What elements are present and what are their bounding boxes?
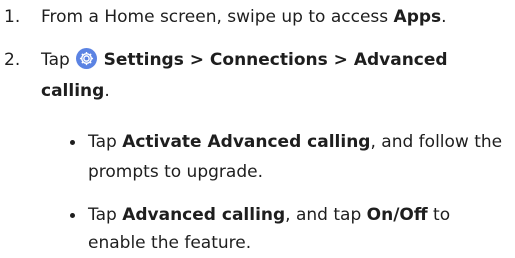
advanced-calling-label: Advanced calling — [122, 205, 286, 225]
bullet-text-line-1: Tap Advanced calling, and tap On/Off to — [88, 200, 513, 230]
step-number: 1. — [4, 7, 21, 27]
step-text: From a Home screen, swipe up to access A… — [41, 2, 511, 33]
settings-gear-icon — [76, 48, 98, 69]
bullet-text-prefix: Tap — [88, 205, 123, 225]
calling-label: calling — [41, 81, 105, 101]
step-number: 2. — [4, 50, 21, 70]
step-text-prefix: Tap — [41, 50, 76, 70]
bullet-text-prefix: Tap — [88, 132, 123, 152]
step-text-suffix: . — [441, 7, 447, 27]
bullet-dot — [70, 140, 75, 145]
on-off-label: On/Off — [366, 205, 428, 225]
apps-label: Apps — [393, 7, 442, 27]
step-text-prefix: From a Home screen, swipe up to access — [41, 7, 394, 27]
step-text-line-2: calling. — [41, 76, 511, 107]
bullet-text-line-2: enable the feature. — [88, 233, 252, 253]
bullet-text-mid: , and tap — [285, 205, 367, 225]
bullet-text-suffix: to — [427, 205, 451, 225]
bullet-text-line-1: Tap Activate Advanced calling, and follo… — [88, 127, 513, 157]
bullet-text-suffix: , and follow the — [370, 132, 503, 152]
settings-path-label: Settings > Connections > Advanced — [103, 50, 448, 70]
step-text-line-1: Tap Settings > Connections > Advanced — [41, 45, 511, 76]
step-text-suffix: . — [104, 81, 110, 101]
bullet-dot — [70, 213, 75, 218]
activate-advanced-calling-label: Activate Advanced calling — [122, 132, 371, 152]
bullet-text-line-2: prompts to upgrade. — [88, 162, 263, 182]
